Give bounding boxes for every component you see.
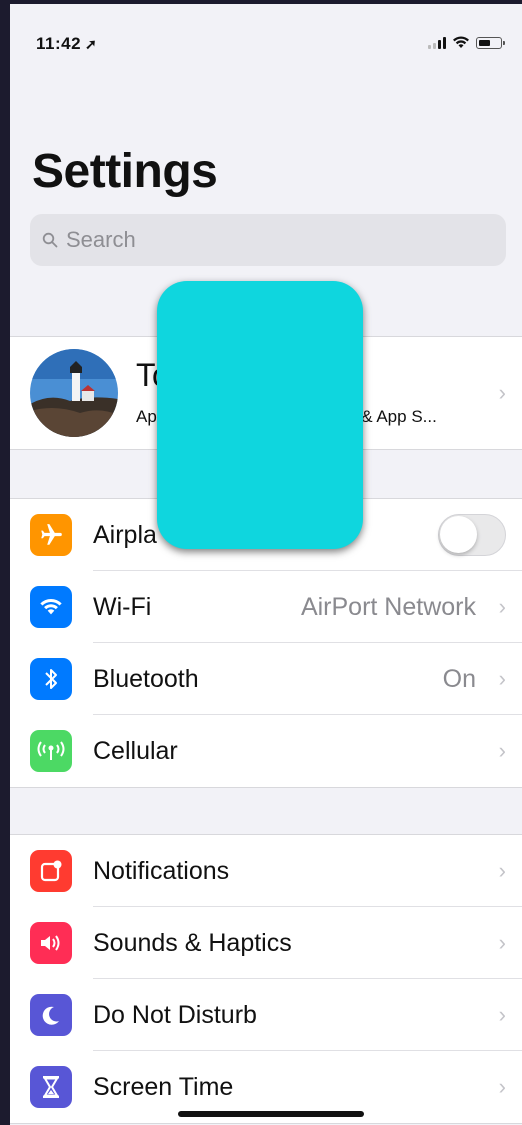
chevron-right-icon: › [498,666,506,691]
cellular-row[interactable]: Cellular › [10,715,522,787]
sounds-haptics-row[interactable]: Sounds & Haptics › [10,907,522,979]
sounds-icon [30,922,72,964]
battery-icon [476,37,505,49]
airplane-mode-label: Airpla [93,520,157,549]
redaction-overlay [157,281,363,549]
wifi-icon [30,586,72,628]
wifi-status-icon [453,36,469,48]
screen-time-label: Screen Time [93,1072,234,1101]
status-icons [428,36,505,49]
do-not-disturb-label: Do Not Disturb [93,1000,257,1029]
wifi-label: Wi-Fi [93,592,152,621]
search-icon [42,232,58,248]
cellular-icon [30,730,72,772]
chevron-right-icon: › [498,738,506,763]
hourglass-icon [30,1066,72,1108]
chevron-right-icon: › [498,1074,506,1099]
sounds-haptics-label: Sounds & Haptics [93,928,292,957]
moon-icon [30,994,72,1036]
search-input[interactable]: Search [30,214,506,266]
cellular-label: Cellular [93,736,178,765]
wifi-row[interactable]: Wi-Fi AirPort Network › [10,571,522,643]
settings-screen: 11:42 ➚ Settings Search To App s & App S… [10,4,522,1125]
status-time: 11:42 ➚ [36,34,97,54]
airplane-mode-toggle[interactable] [438,514,506,556]
status-bar: 11:42 ➚ [10,4,522,84]
notifications-row[interactable]: Notifications › [10,835,522,907]
chevron-right-icon: › [498,594,506,619]
bluetooth-icon [30,658,72,700]
notifications-section: Notifications › Sounds & Haptics › Do No… [10,834,522,1124]
chevron-right-icon: › [498,930,506,955]
avatar [30,349,118,437]
do-not-disturb-row[interactable]: Do Not Disturb › [10,979,522,1051]
signal-icon [428,37,446,49]
location-icon: ➚ [85,36,98,52]
notifications-label: Notifications [93,856,230,885]
chevron-right-icon: › [498,380,506,405]
home-indicator[interactable] [178,1111,364,1117]
airplane-icon [30,514,72,556]
search-placeholder: Search [66,227,136,252]
bluetooth-row[interactable]: Bluetooth On › [10,643,522,715]
time-label: 11:42 [36,34,82,53]
chevron-right-icon: › [498,1002,506,1027]
bluetooth-value: On [442,664,476,693]
chevron-right-icon: › [498,858,506,883]
notifications-icon [30,850,72,892]
wifi-value: AirPort Network [300,592,476,621]
page-title: Settings [32,145,218,198]
bluetooth-label: Bluetooth [93,664,199,693]
